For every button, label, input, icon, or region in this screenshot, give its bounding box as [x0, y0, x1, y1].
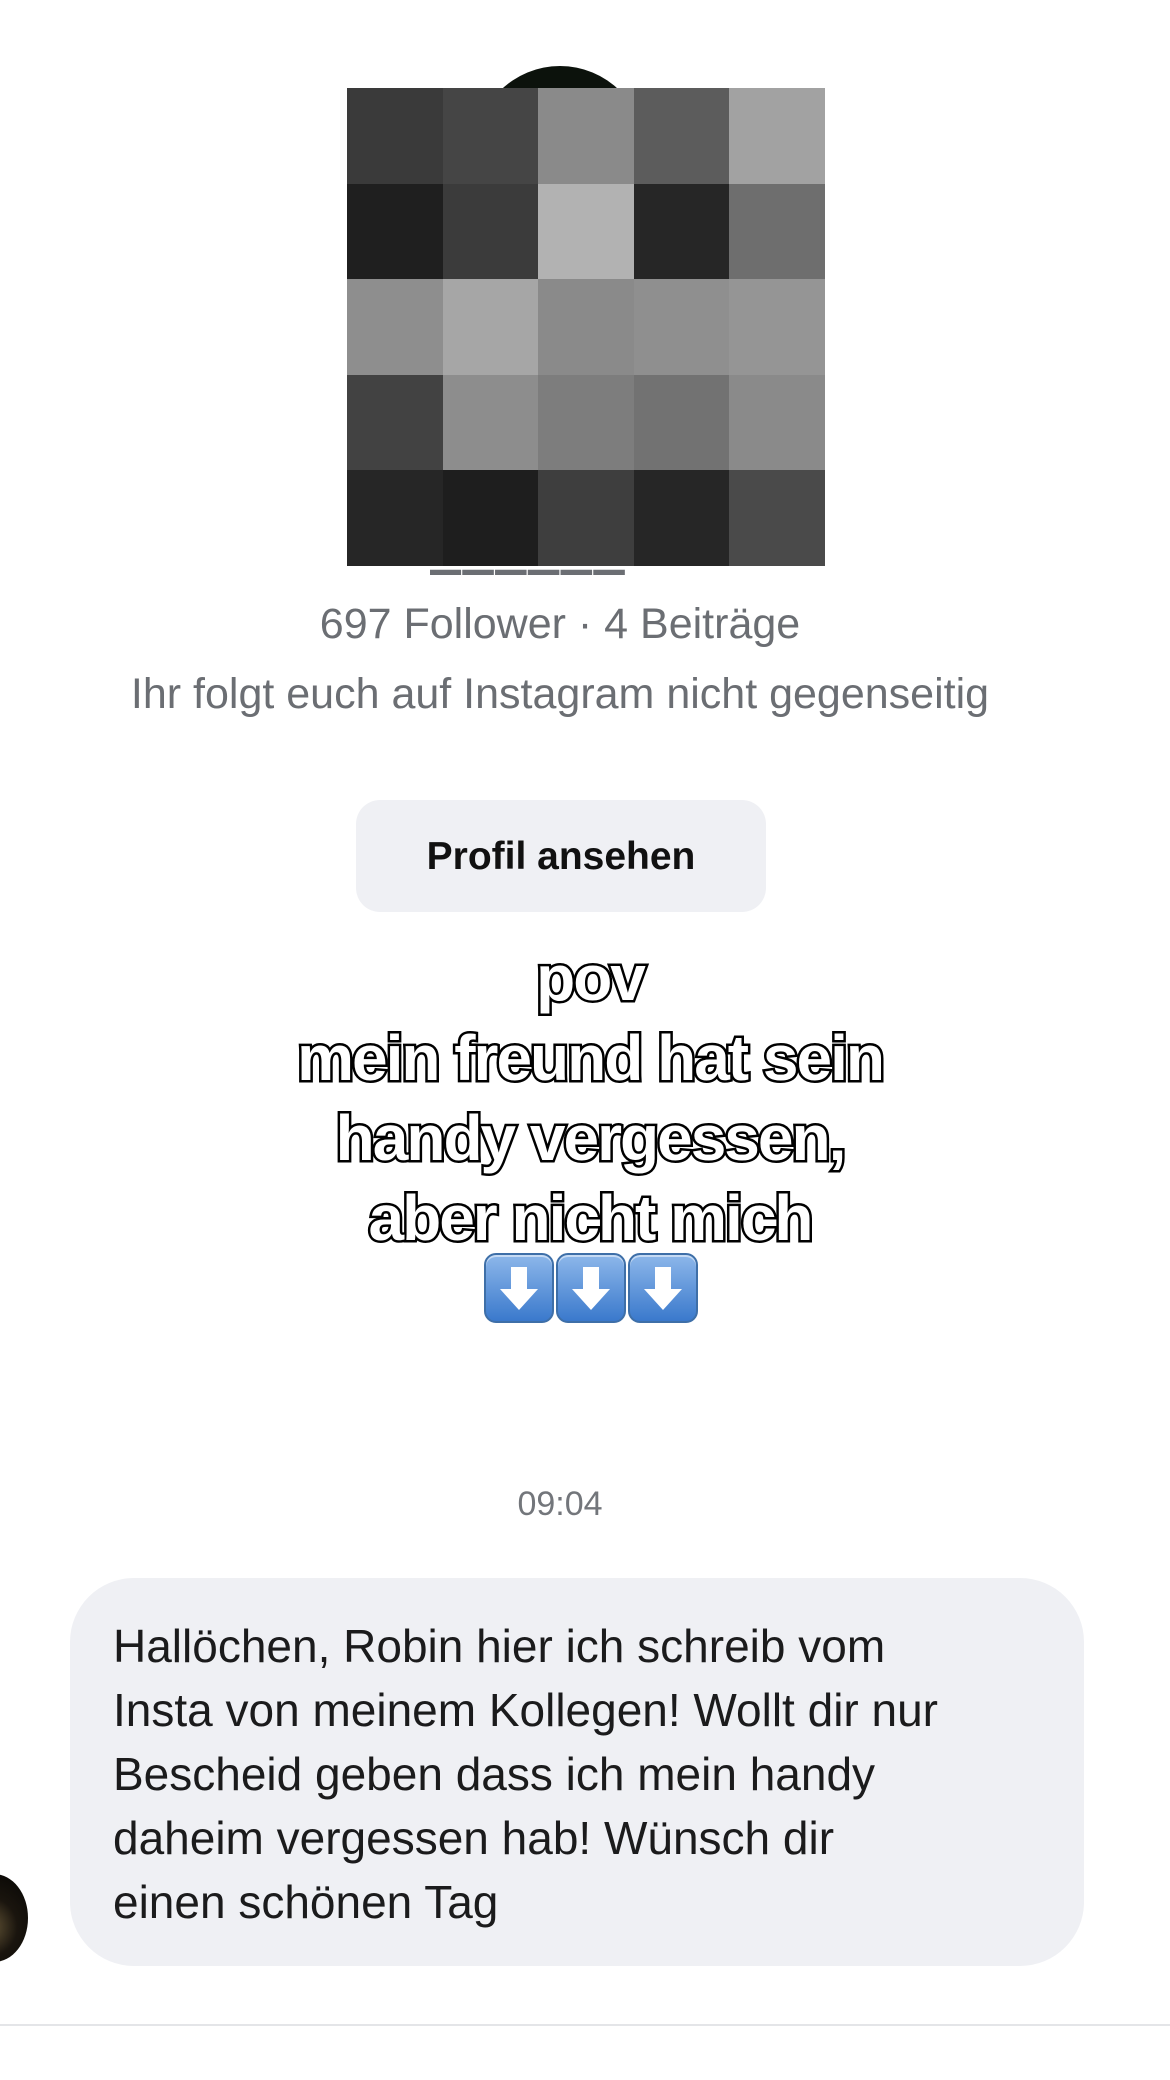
message-line: einen schönen Tag	[113, 1876, 499, 1928]
censor-pixel	[729, 279, 825, 375]
caption-line: mein freund hat sein	[295, 1020, 888, 1097]
censor-pixel	[347, 279, 443, 375]
censor-pixel	[347, 374, 443, 471]
censored-profile-photo	[347, 88, 825, 566]
caption-line: handy vergessen,	[333, 1100, 849, 1177]
down-arrow-icon	[628, 1253, 698, 1323]
censor-pixel	[729, 470, 825, 566]
chat-screen: ▁▁▁▁▁▁ 697 Follower · 4 Beiträge Ihr fol…	[0, 0, 1170, 2080]
caption-line: pov	[534, 940, 649, 1017]
down-arrow-icon	[556, 1253, 626, 1323]
message-timestamp: 09:04	[517, 1485, 603, 1523]
message-bubble[interactable]: Hallöchen, Robin hier ich schreib vom In…	[70, 1578, 1084, 1966]
censor-pixel	[347, 183, 443, 280]
mutual-follow-status: Ihr folgt euch auf Instagram nicht gegen…	[130, 670, 990, 718]
censor-pixel	[442, 279, 539, 375]
profile-stats: 697 Follower · 4 Beiträge	[319, 600, 801, 648]
censor-pixel	[538, 374, 634, 471]
down-arrow-icon	[484, 1253, 554, 1323]
message-line: Insta von meinem Kollegen! Wollt dir nur	[113, 1684, 938, 1736]
censor-pixel	[442, 470, 539, 566]
censor-pixel	[442, 88, 539, 184]
censor-pixel	[633, 88, 730, 184]
censor-pixel	[729, 374, 825, 471]
username-partial: ▁▁▁▁▁▁	[430, 555, 690, 575]
view-profile-button[interactable]: Profil ansehen	[356, 800, 766, 912]
censor-pixel	[633, 374, 730, 471]
censor-pixel	[633, 470, 730, 566]
censor-pixel	[538, 279, 634, 375]
message-line: daheim vergessen hab! Wünsch dir	[113, 1812, 835, 1864]
composer-divider	[0, 2024, 1170, 2026]
sender-avatar[interactable]	[0, 1874, 28, 1962]
censor-pixel	[633, 183, 730, 280]
video-caption-overlay: pov mein freund hat sein handy vergessen…	[160, 938, 1020, 1258]
censor-pixel	[538, 183, 634, 280]
message-line: Hallöchen, Robin hier ich schreib vom	[113, 1620, 886, 1672]
censor-pixel	[538, 470, 634, 566]
censor-pixel	[442, 374, 539, 471]
censor-pixel	[347, 88, 443, 184]
censor-pixel	[729, 183, 825, 280]
censor-pixel	[347, 470, 443, 566]
censor-pixel	[633, 279, 730, 375]
censor-pixel	[729, 88, 825, 184]
down-arrows	[484, 1253, 698, 1323]
caption-line: aber nicht mich	[366, 1180, 816, 1257]
message-line: Bescheid geben dass ich mein handy	[113, 1748, 876, 1800]
censor-pixel	[538, 88, 634, 184]
censor-pixel	[442, 183, 539, 280]
